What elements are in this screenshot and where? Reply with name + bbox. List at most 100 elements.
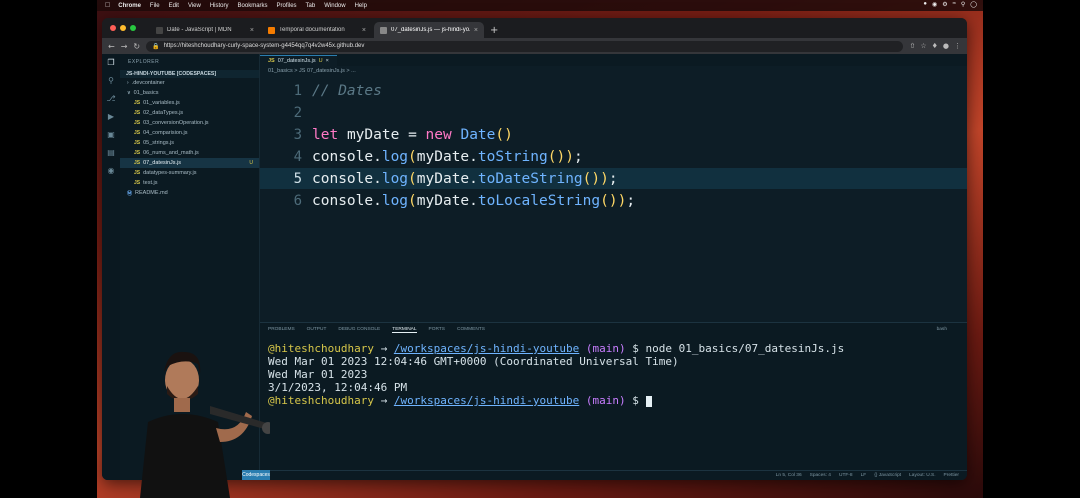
- menu-history[interactable]: History: [210, 3, 229, 9]
- explorer-icon[interactable]: ❐: [107, 58, 114, 67]
- tree-item-label: 06_nums_and_math.js: [143, 150, 199, 156]
- more-menu-icon[interactable]: ⋮: [954, 42, 961, 50]
- status-encoding[interactable]: UTF-8: [839, 473, 853, 478]
- menu-window[interactable]: Window: [324, 3, 345, 9]
- menu-profiles[interactable]: Profiles: [277, 3, 297, 9]
- control-center-icon[interactable]: ◉: [932, 1, 937, 8]
- tree-file[interactable]: JS 04_comparision.js: [120, 128, 259, 138]
- zoom-window-icon[interactable]: [130, 25, 136, 31]
- js-file-icon: JS: [134, 140, 141, 146]
- back-icon[interactable]: ←: [108, 42, 115, 51]
- status-eol[interactable]: LF: [861, 473, 867, 478]
- tree-file[interactable]: JS 02_dataTypes.js: [120, 108, 259, 118]
- tab-terminal[interactable]: TERMINAL: [392, 327, 417, 333]
- close-tab-icon[interactable]: ×: [474, 27, 478, 34]
- activity-bar: ❐ ⚲ ⎇ ▶ ▣ ▤ ◉: [102, 54, 120, 480]
- tree-file[interactable]: JS 07_datesinJs.js U: [120, 158, 259, 168]
- profile-avatar-icon[interactable]: ●: [943, 42, 949, 50]
- apple-icon[interactable]: : [105, 2, 110, 9]
- wifi-icon[interactable]: ≈: [953, 1, 956, 8]
- tree-file[interactable]: Ⓜ README.md: [120, 188, 259, 198]
- status-indentation[interactable]: Spaces: 4: [810, 473, 831, 478]
- menu-edit[interactable]: Edit: [169, 3, 179, 9]
- js-file-icon: JS: [134, 100, 141, 106]
- run-debug-icon[interactable]: ▶: [108, 112, 114, 121]
- tree-file[interactable]: JS 03_conversionOperation.js: [120, 118, 259, 128]
- code-editor[interactable]: 1 // Dates 2 3 let myDate = new Date() 4 conso…: [260, 76, 967, 322]
- tree-file[interactable]: JS test.js: [120, 178, 259, 188]
- tree-folder[interactable]: ∨ 01_basics: [120, 88, 259, 98]
- share-icon[interactable]: ⇧: [909, 42, 915, 50]
- code-line[interactable]: 1 // Dates: [260, 80, 967, 101]
- tree-folder[interactable]: › .devcontainer: [120, 78, 259, 88]
- tab-debug-console[interactable]: DEBUG CONSOLE: [338, 327, 380, 332]
- tree-file[interactable]: JS 01_variables.js: [120, 98, 259, 108]
- menu-tab[interactable]: Tab: [306, 3, 316, 9]
- js-file-icon: JS: [134, 170, 141, 176]
- tab-comments[interactable]: COMMENTS: [457, 327, 485, 332]
- line-number: 2: [293, 104, 302, 121]
- remote-explorer-icon[interactable]: ▤: [107, 148, 115, 157]
- forward-icon[interactable]: →: [121, 42, 128, 51]
- js-file-icon: JS: [268, 58, 275, 64]
- search-icon[interactable]: ⚲: [108, 76, 114, 85]
- terminal-path[interactable]: /workspaces/js-hindi-youtube: [394, 342, 579, 355]
- code-line[interactable]: 6 console.log(myDate.toLocaleString());: [260, 190, 967, 211]
- code-line[interactable]: 5 console.log(myDate.toDateString());: [260, 168, 967, 189]
- workspace-root[interactable]: JS-HINDI-YOUTUBE [CODESPACES]: [120, 70, 259, 78]
- menu-bookmarks[interactable]: Bookmarks: [238, 3, 268, 9]
- code-line[interactable]: 4 console.log(myDate.toString());: [260, 146, 967, 167]
- code-line[interactable]: 2: [260, 102, 967, 123]
- bookmark-star-icon[interactable]: ☆: [920, 42, 926, 50]
- status-keyboard-layout[interactable]: Layout: U.S.: [909, 473, 935, 478]
- tab-output[interactable]: OUTPUT: [307, 327, 327, 332]
- terminal-output[interactable]: @hiteshchoudhary → /workspaces/js-hindi-…: [260, 336, 967, 413]
- browser-tab-codespace[interactable]: 07_datesinJs.js — js-hindi-yo... ×: [374, 22, 484, 38]
- terminal-prompt: $: [632, 394, 639, 407]
- status-cursor-position[interactable]: Ln 5, Col 36: [776, 473, 802, 478]
- status-language[interactable]: {} JavaScript: [874, 473, 901, 478]
- breadcrumb[interactable]: 01_basics > JS 07_datesinJs.js > ...: [260, 66, 967, 76]
- menu-view[interactable]: View: [188, 3, 201, 9]
- tree-file[interactable]: JS 05_strings.js: [120, 138, 259, 148]
- reload-icon[interactable]: ↻: [133, 42, 140, 51]
- tab-label: 07_datesinJs.js — js-hindi-yo...: [391, 27, 470, 33]
- source-control-icon[interactable]: ⎇: [106, 94, 115, 103]
- code-line[interactable]: 3 let myDate = new Date(): [260, 124, 967, 145]
- settings-icon[interactable]: ⚙: [942, 1, 947, 8]
- chevron-right-icon: ›: [127, 80, 129, 86]
- status-prettier[interactable]: Prettier: [944, 473, 959, 478]
- browser-toolbar: ← → ↻ 🔒 https://hiteshchoudhary-curly-sp…: [102, 38, 967, 54]
- tab-ports[interactable]: PORTS: [429, 327, 445, 332]
- menu-app-name[interactable]: Chrome: [118, 3, 141, 9]
- js-file-icon: JS: [134, 110, 141, 116]
- terminal-path[interactable]: /workspaces/js-hindi-youtube: [394, 394, 579, 407]
- tree-file[interactable]: JS 06_nums_and_math.js: [120, 148, 259, 158]
- terminal-branch: (main): [585, 342, 626, 355]
- terminal-shell-name[interactable]: bash: [937, 327, 947, 332]
- siri-icon[interactable]: ◯: [970, 1, 977, 8]
- terminal-user: @hiteshchoudhary: [268, 342, 374, 355]
- browser-tab-temporal[interactable]: Temporal documentation ×: [262, 22, 372, 38]
- editor-tab-active[interactable]: JS 07_datesinJs.js U ×: [260, 55, 337, 66]
- close-tab-icon[interactable]: ×: [362, 27, 366, 34]
- close-editor-icon[interactable]: ×: [326, 58, 329, 64]
- menu-help[interactable]: Help: [355, 3, 367, 9]
- search-icon[interactable]: ⚲: [961, 1, 965, 8]
- tab-problems[interactable]: PROBLEMS: [268, 327, 295, 332]
- address-bar[interactable]: 🔒 https://hiteshchoudhary-curly-space-sy…: [146, 40, 904, 52]
- extensions-icon[interactable]: ♦: [932, 42, 938, 50]
- toolbar-actions: ⇧ ☆ ♦ ● ⋮: [909, 42, 961, 50]
- browser-tab-mdn[interactable]: Date - JavaScript | MDN ×: [150, 22, 260, 38]
- minimize-window-icon[interactable]: [120, 25, 126, 31]
- record-icon[interactable]: ●: [923, 1, 927, 8]
- editor-area: JS 07_datesinJs.js U × 01_basics > JS 07…: [242, 54, 967, 480]
- new-tab-icon[interactable]: +: [490, 25, 498, 36]
- github-icon[interactable]: ◉: [108, 166, 115, 175]
- tree-file[interactable]: JS datatypes-summary.js: [120, 168, 259, 178]
- menu-file[interactable]: File: [150, 3, 160, 9]
- close-window-icon[interactable]: [110, 25, 116, 31]
- close-tab-icon[interactable]: ×: [250, 27, 254, 34]
- extensions-icon[interactable]: ▣: [107, 130, 115, 139]
- line-number: 4: [293, 148, 302, 165]
